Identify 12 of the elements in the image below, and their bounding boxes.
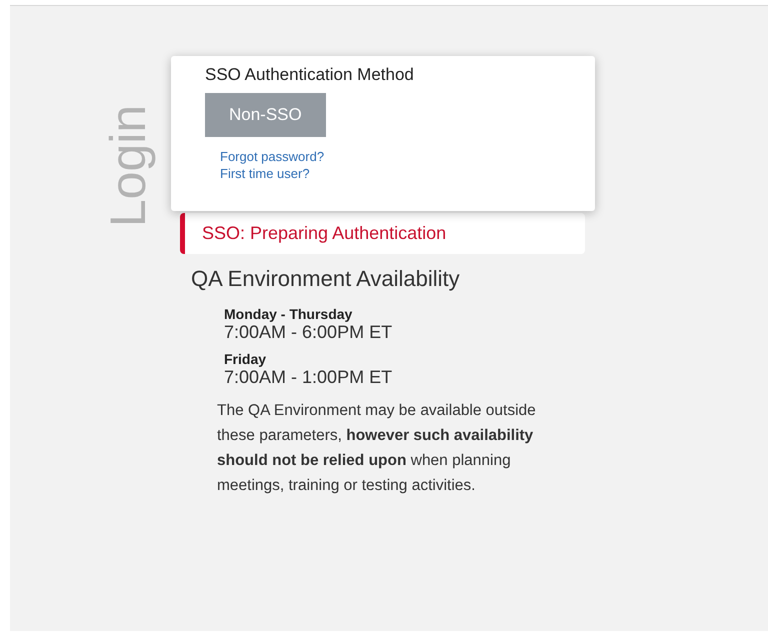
hours-text: 7:00AM - 6:00PM ET <box>224 322 394 343</box>
availability-title: QA Environment Availability <box>191 266 461 292</box>
hours-text: 7:00AM - 1:00PM ET <box>224 367 394 388</box>
help-link[interactable]: Forgot password? <box>220 149 324 164</box>
non-sso-button[interactable]: Non-SSO <box>205 93 326 137</box>
popup-title: SSO Authentication Method <box>205 65 415 85</box>
days-label: Friday <box>224 351 268 367</box>
help-link[interactable]: First time user? <box>220 166 310 181</box>
status-message: SSO: Preparing Authentication <box>180 213 585 254</box>
login-title: Login <box>99 104 157 228</box>
availability-note: The QA Environment may be available outside these parameters, however such availability should not be relied upon when planning meetings, training or testing activities. <box>217 401 537 496</box>
days-label: Monday - Thursday <box>224 306 354 322</box>
